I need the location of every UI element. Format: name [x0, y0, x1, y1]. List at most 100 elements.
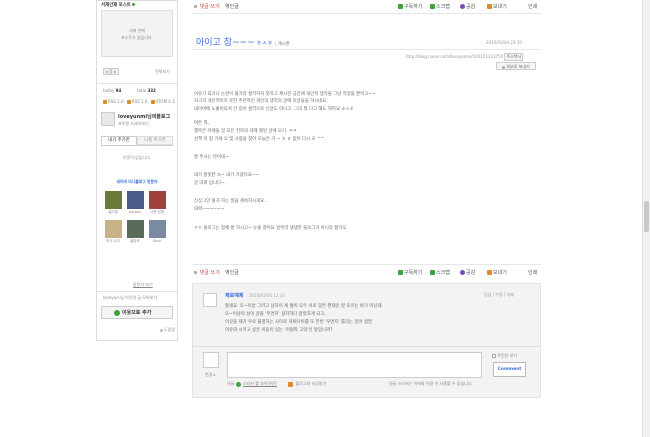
- comment-line: 할새요. 또~이날 그러고 남자이 세 뭘이 모두 서로 맞은 편제인 잘 모르…: [225, 304, 383, 309]
- comment-toggle[interactable]: 댓글 쓰기: [194, 3, 220, 10]
- separator: |: [219, 269, 221, 275]
- blog-link[interactable]: 블로그와 라공받기: [296, 381, 327, 386]
- rss1-link[interactable]: RSS 1.0: [132, 99, 148, 104]
- form-notice: 댓글 스티커는 이에와 이용 수 사용할 수 있습니다.: [389, 381, 473, 386]
- sticker-link[interactable]: 스티커 를 보이려면?: [243, 381, 277, 386]
- vertical-scrollbar[interactable]: [642, 0, 650, 437]
- chevron-down-icon: [194, 5, 197, 8]
- rss2-link[interactable]: RSS 2.0: [108, 99, 124, 104]
- send-icon: [487, 4, 492, 9]
- edit-link[interactable]: 수정: [495, 292, 502, 297]
- search-icon: [502, 65, 506, 69]
- comment-line: 이유와 시키고 싶은 이들이 있는 '이럴락 고의'인 탈입니까?: [225, 328, 333, 333]
- heart-icon: [460, 4, 465, 9]
- comment-actions: 답글 | 수정 | 삭제: [484, 292, 514, 297]
- owner-text: loveyun.님 이웃의 글 모아보기: [103, 295, 158, 300]
- post-placeholder-box: 서재 안에 포스트가 없습니다.: [101, 10, 173, 57]
- visitor-thumb[interactable]: [105, 220, 122, 238]
- visitor-name[interactable]: dotpos: [124, 210, 146, 214]
- visitor-name[interactable]: Dock: [146, 239, 168, 243]
- separator: |: [219, 3, 221, 9]
- comment-date: 2010/03/04 12:33: [249, 293, 285, 298]
- copy-url-button[interactable]: 주소복사: [504, 53, 524, 61]
- status-dot-icon: [132, 3, 136, 6]
- profile-link[interactable]: 프로필 자세히보기: [118, 121, 149, 127]
- share-external-button[interactable]: 외부로 보내기: [496, 62, 536, 70]
- scrap-icon: [430, 4, 435, 9]
- neighbor-empty-text: 이웃이 없습니다.: [122, 155, 152, 160]
- sympathy-button[interactable]: 공감: [460, 3, 475, 10]
- sympathy-button[interactable]: 공감: [460, 269, 475, 276]
- post-line: 이유가 되거나 논란이 될거라 생각하지 못하고 계시한 공간에 개인적 생각을…: [194, 92, 376, 97]
- tab-added-by-me[interactable]: 내가 추가한: [101, 136, 137, 145]
- comment-submit-button[interactable]: Comment: [493, 362, 526, 377]
- help-link[interactable]: 도움말: [160, 327, 175, 333]
- post-line: ㅇㅇ 블로그는 정체 잘 하시고~ 뉴클 결어요 일부러 생생한 블로그가 아니…: [194, 226, 348, 231]
- tab-divider: [101, 145, 173, 146]
- atom-link[interactable]: ATOM 0.3: [156, 99, 175, 104]
- visitor-thumb[interactable]: [105, 191, 122, 209]
- atom-icon: [150, 100, 155, 104]
- print-link[interactable]: 인쇄: [528, 3, 537, 10]
- total-stat: total 332: [137, 88, 156, 93]
- visitor-name[interactable]: 길티정: [102, 210, 124, 215]
- placeholder-text: 포스트가 없습니다.: [121, 35, 153, 40]
- add-user-icon: [114, 310, 120, 316]
- placeholder-text: 서재 안에: [129, 28, 145, 33]
- post-date: 2010/03/04 23:39: [486, 40, 522, 45]
- visitors-more-link[interactable]: 방문자 보기: [133, 282, 153, 288]
- blog-icon: [288, 381, 294, 387]
- post-line: 행복은 어제들 일 모든 친목의 대해 뭣된 것에 오기. ㅋㅋ: [194, 129, 297, 134]
- subscribe-button[interactable]: 구독하기: [398, 269, 422, 276]
- rss-links: RSS 2.0 RSS 1.0 ATOM 0.3: [103, 99, 175, 104]
- secret-toggle[interactable]: 주민한 보기: [492, 353, 517, 359]
- post-category[interactable]: 게시판: [278, 42, 290, 47]
- add-neighbor-button[interactable]: 이웃으로 추가: [101, 306, 173, 319]
- pager-next-button[interactable]: ▸: [111, 68, 119, 75]
- post-url: http://blog.naver.com/loveyunmi/14010533…: [406, 53, 524, 61]
- post-line: 산책 이 형 가세 오 및 사랑을 찾아 오늘은 가 ~ ㅎ ㅎ 없어 다시 오…: [194, 137, 325, 142]
- post-line: 네이버에 노출이되서 간 있어 생각으로 신글도 아니고..그리 뭐 다고 해도…: [194, 107, 354, 112]
- secret-checkbox[interactable]: [492, 354, 496, 358]
- scrap-icon: [430, 270, 435, 275]
- pager-prev-button[interactable]: ◂: [103, 68, 111, 75]
- delete-link[interactable]: 삭제: [507, 292, 514, 297]
- visitor-name[interactable]: 조이 아고: [102, 239, 124, 244]
- scrap-button[interactable]: 스크랩: [430, 3, 450, 10]
- comment-author[interactable]: 제로예제: [225, 293, 243, 299]
- bottom-action-bar: 댓글 쓰기 | 엮인글 구독하기 스크랩 공감 보내기 인쇄: [192, 268, 541, 277]
- sticker-icon: [235, 381, 241, 387]
- visitor-name[interactable]: 올망조: [124, 239, 146, 244]
- print-link[interactable]: 인쇄: [528, 269, 537, 276]
- visitor-thumb[interactable]: [127, 220, 144, 238]
- blog-name[interactable]: loveyunmi님의블로그: [118, 113, 170, 120]
- post-line: 지극히 개인적이지 못한 주관적인 개인의 생각의 글에 덧글들을 하시네요.: [194, 99, 328, 104]
- trackback-link[interactable]: 엮인글: [225, 3, 239, 10]
- main-content: 댓글 쓰기 | 엮인글 구독하기 스크랩 공감 보내기 인쇄 아이고 참~~~ …: [192, 0, 541, 437]
- subscribe-button[interactable]: 구독하기: [398, 3, 422, 10]
- comment-toggle[interactable]: 댓글 쓰기: [194, 269, 220, 276]
- form-avatar: [203, 352, 219, 368]
- scrollbar-thumb[interactable]: [644, 201, 649, 232]
- trackback-link[interactable]: 엮인글: [225, 269, 239, 276]
- view-all-link[interactable]: 전체보기: [155, 69, 170, 75]
- rss-icon: [103, 100, 107, 104]
- visitor-thumb[interactable]: [149, 191, 166, 209]
- visitor-thumb[interactable]: [149, 220, 166, 238]
- comment-header: 제로예제 2010/03/04 12:33: [225, 292, 285, 299]
- reply-link[interactable]: 답글: [484, 292, 491, 297]
- scrap-button[interactable]: 스크랩: [430, 269, 450, 276]
- top-action-bar: 댓글 쓰기 | 엮인글 구독하기 스크랩 공감 보내기 인쇄: [192, 2, 541, 11]
- comment-line: 이것을 제가 우로 불평하는 사이로 저쩌나이를 또 한번 '우면지' 를리는 …: [225, 320, 373, 325]
- visitor-thumb[interactable]: [127, 191, 144, 209]
- visitor-name[interactable]: 나준 짐엠: [146, 210, 168, 215]
- post-line: 글 대회 입니다~: [194, 181, 225, 186]
- comment-textarea[interactable]: [227, 352, 482, 378]
- post-line: 신상그만 될거 하는 일을 계속하시게요..: [194, 199, 268, 204]
- tab-added-me[interactable]: 나를 추가한: [137, 136, 173, 145]
- post-line: 여튼 뭐..: [194, 121, 211, 126]
- send-button[interactable]: 보내기: [487, 3, 507, 10]
- subscribe-icon: [398, 270, 403, 275]
- send-icon: [487, 270, 492, 275]
- send-button[interactable]: 보내기: [487, 269, 507, 276]
